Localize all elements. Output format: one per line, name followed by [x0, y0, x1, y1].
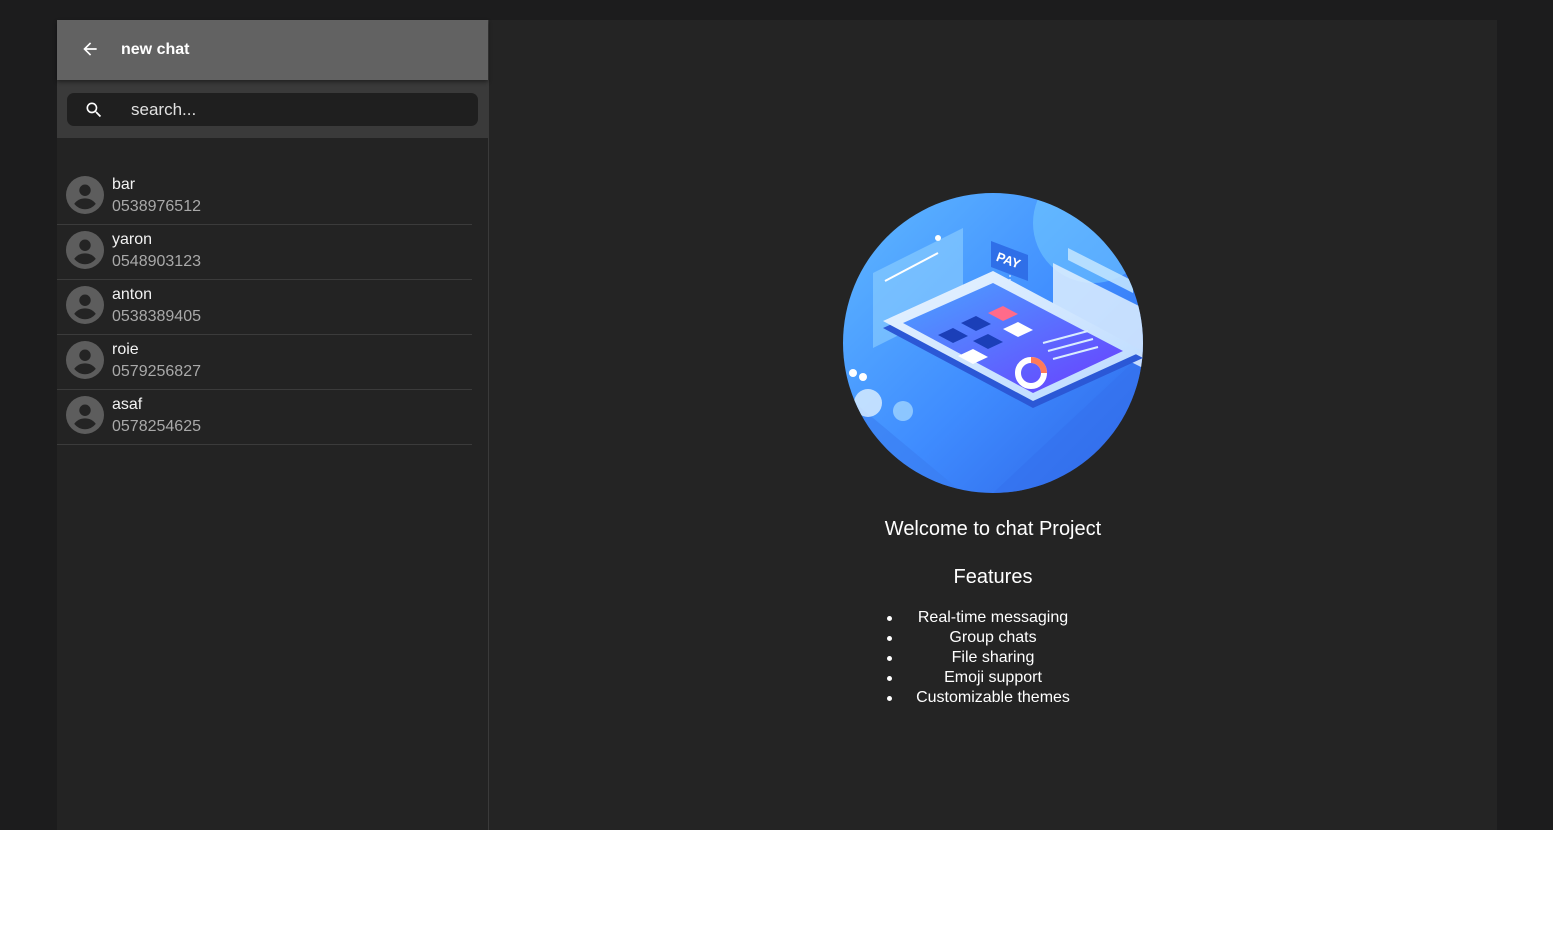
search-icon — [86, 102, 102, 118]
account-circle-icon — [66, 176, 104, 214]
features-list: Real-time messaging Group chats File sha… — [887, 608, 1093, 708]
back-button[interactable] — [77, 36, 103, 62]
hero-illustration: PAY — [843, 193, 1143, 493]
search-area — [57, 80, 488, 138]
account-circle-icon — [66, 396, 104, 434]
sidebar-header: new chat — [57, 20, 488, 80]
contact-phone: 0579256827 — [112, 363, 201, 380]
contact-name: roie — [112, 341, 139, 358]
features-heading: Features — [953, 566, 1033, 588]
welcome-panel: PAY Welcome to chat Project Features Rea… — [489, 20, 1497, 830]
contact-list: bar 0538976512 yaron 0548903123 anton 05… — [57, 170, 488, 445]
contact-item-bar[interactable]: bar 0538976512 — [57, 170, 472, 225]
screen: new chat bar 053 — [0, 0, 1553, 830]
contact-name: yaron — [112, 231, 153, 248]
contact-phone: 0538976512 — [112, 198, 201, 215]
search-input[interactable] — [131, 93, 461, 126]
contact-phone: 0548903123 — [112, 253, 201, 270]
sidebar-title: new chat — [121, 41, 190, 58]
chat-app: new chat bar 053 — [57, 20, 1497, 830]
feature-item: File sharing — [887, 648, 1093, 668]
contact-item-yaron[interactable]: yaron 0548903123 — [57, 225, 472, 280]
welcome-heading: Welcome to chat Project — [884, 518, 1102, 540]
search-box[interactable] — [67, 93, 478, 126]
contact-phone: 0538389405 — [112, 308, 201, 325]
arrow-left-icon — [83, 42, 97, 56]
contact-phone: 0578254625 — [112, 418, 201, 435]
contact-item-asaf[interactable]: asaf 0578254625 — [57, 390, 472, 445]
feature-item: Customizable themes — [887, 688, 1093, 708]
feature-item: Emoji support — [887, 668, 1093, 688]
isometric-app-illustration: PAY — [843, 193, 1143, 493]
feature-item: Group chats — [887, 628, 1093, 648]
feature-item: Real-time messaging — [887, 608, 1093, 628]
contact-item-roie[interactable]: roie 0579256827 — [57, 335, 472, 390]
contact-name: asaf — [112, 396, 143, 413]
account-circle-icon — [66, 286, 104, 324]
new-chat-sidebar: new chat bar 053 — [57, 20, 489, 830]
contact-item-anton[interactable]: anton 0538389405 — [57, 280, 472, 335]
account-circle-icon — [66, 231, 104, 269]
account-circle-icon — [66, 341, 104, 379]
contact-name: bar — [112, 176, 136, 193]
contact-name: anton — [112, 286, 153, 303]
